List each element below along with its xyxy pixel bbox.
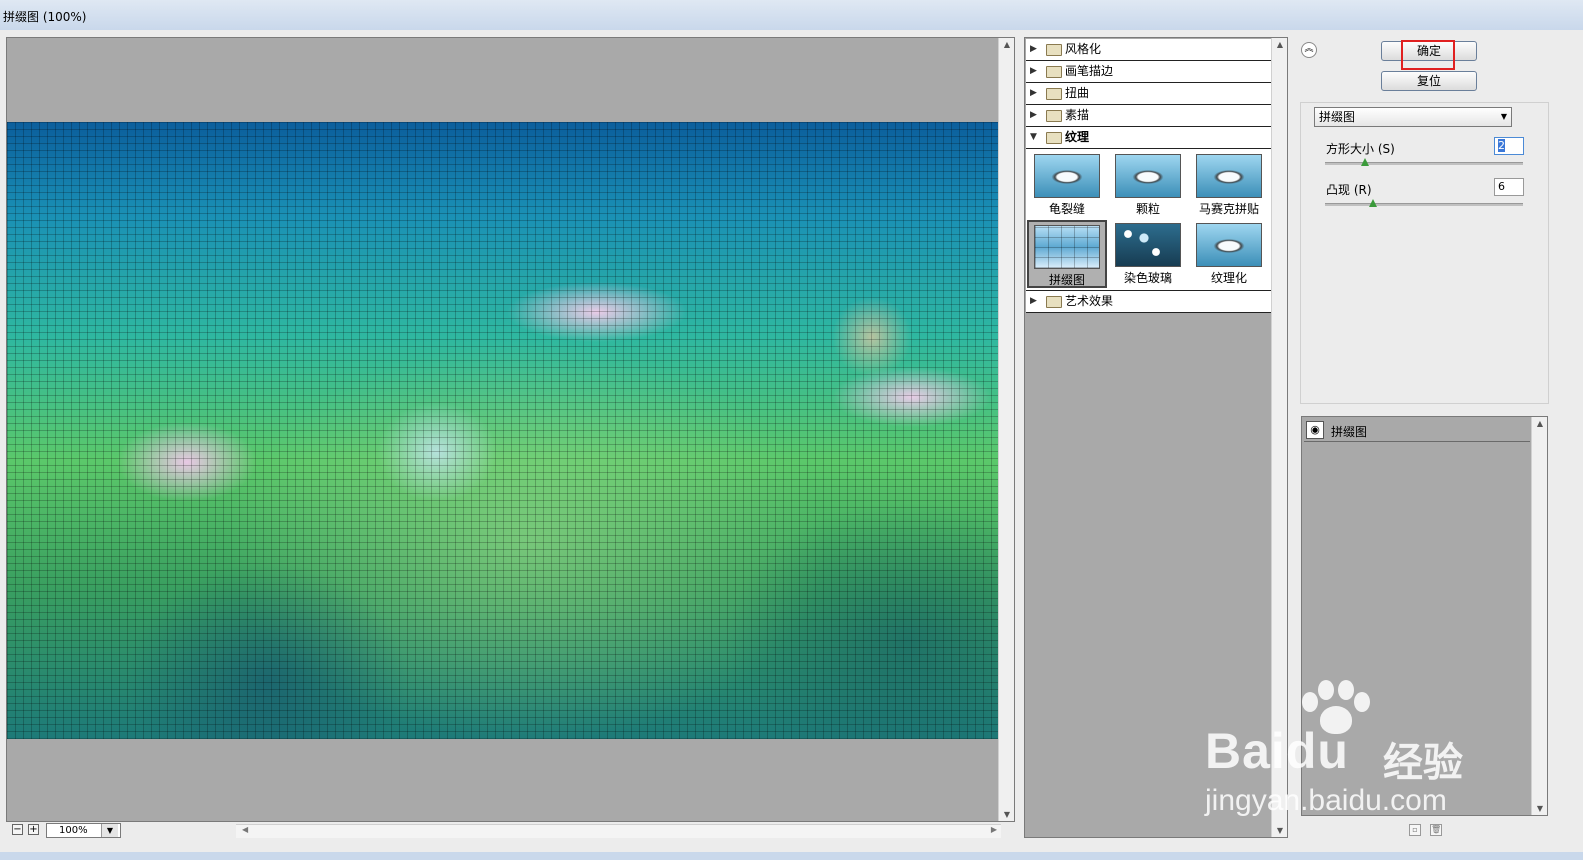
eye-visibility-icon[interactable]: ◉ — [1306, 421, 1324, 439]
filter-category-list: ▶ 风格化 ▶ 画笔描边 ▶ 扭曲 ▶ 素描 ▼ 纹理 龟裂缝 颗粒 马赛克拼贴… — [1026, 39, 1271, 313]
effect-layer-name: 拼缀图 — [1331, 425, 1368, 439]
folder-icon — [1046, 296, 1062, 308]
thumbnail-label: 拼缀图 — [1048, 273, 1085, 287]
filter-thumb-craquelure[interactable]: 龟裂缝 — [1027, 151, 1107, 219]
preview-horizontal-scrollbar[interactable]: ◀ ▶ — [236, 824, 1001, 838]
thumbnail-image — [1115, 154, 1181, 198]
baidu-watermark: Baidu 经验 jingyan.baidu.com — [1205, 680, 1505, 820]
thumbnail-image — [1115, 223, 1181, 267]
category-brush-strokes[interactable]: ▶ 画笔描边 — [1026, 61, 1271, 83]
thumbnail-image — [1034, 154, 1100, 198]
window-bottom-border — [0, 852, 1583, 860]
window-title: 拼缀图 (100%) — [3, 10, 87, 24]
category-texture[interactable]: ▼ 纹理 — [1026, 127, 1271, 149]
filter-select[interactable]: 拼缀图 ▼ — [1314, 107, 1512, 127]
square-size-input[interactable]: 2 — [1494, 137, 1524, 155]
reset-button[interactable]: 复位 — [1381, 71, 1477, 91]
layers-scrollbar[interactable]: ▲ ▼ — [1531, 417, 1547, 815]
filter-thumb-grain[interactable]: 颗粒 — [1108, 151, 1188, 219]
ok-button[interactable]: 确定 — [1381, 41, 1477, 61]
filter-thumb-patchwork[interactable]: 拼缀图 — [1027, 220, 1107, 288]
category-sketch[interactable]: ▶ 素描 — [1026, 105, 1271, 127]
zoom-in-button[interactable]: + — [28, 824, 39, 835]
preview-image — [7, 122, 999, 739]
scroll-up-icon[interactable]: ▲ — [999, 40, 1015, 49]
filter-thumb-texturizer[interactable]: 纹理化 — [1189, 220, 1269, 288]
chevron-down-icon: ▼ — [1500, 112, 1507, 121]
category-label: 纹理 — [1065, 130, 1090, 144]
thumbnail-image — [1196, 154, 1262, 198]
watermark-brand-cn: 经验 — [1383, 740, 1463, 786]
zoom-level-value: 100% — [59, 825, 88, 836]
delete-effect-layer-icon[interactable]: 🗑 — [1430, 824, 1442, 836]
relief-slider-thumb[interactable] — [1368, 199, 1377, 207]
preview-canvas[interactable]: ▲ ▼ — [6, 37, 1015, 822]
square-size-label: 方形大小 (S) — [1326, 142, 1395, 156]
thumbnail-label: 染色玻璃 — [1123, 271, 1172, 285]
relief-slider[interactable] — [1325, 203, 1523, 206]
category-label: 画笔描边 — [1065, 64, 1114, 78]
expand-triangle-icon[interactable]: ▶ — [1030, 291, 1037, 312]
filter-thumb-stained-glass[interactable]: 染色玻璃 — [1108, 220, 1188, 288]
folder-icon — [1046, 66, 1062, 78]
watermark-brand: Baidu — [1205, 723, 1349, 779]
open-folder-icon — [1046, 132, 1062, 144]
scroll-down-icon[interactable]: ▼ — [999, 810, 1015, 819]
texture-filter-thumbnails: 龟裂缝 颗粒 马赛克拼贴 拼缀图 染色玻璃 纹理化 — [1026, 149, 1271, 291]
category-distort[interactable]: ▶ 扭曲 — [1026, 83, 1271, 105]
watermark-url: jingyan.baidu.com — [1205, 784, 1447, 817]
zoom-bar: − + 100% ▼ ◀ ▶ — [6, 822, 1015, 840]
category-label: 艺术效果 — [1065, 294, 1114, 308]
folder-icon — [1046, 110, 1062, 122]
category-label: 素描 — [1065, 108, 1090, 122]
preview-vertical-scrollbar[interactable]: ▲ ▼ — [998, 38, 1014, 821]
thumbnail-image — [1196, 223, 1262, 267]
scroll-down-icon[interactable]: ▼ — [1532, 804, 1548, 813]
filter-thumb-mosaic-tiles[interactable]: 马赛克拼贴 — [1189, 151, 1269, 219]
expand-triangle-icon[interactable]: ▶ — [1030, 61, 1037, 82]
expand-triangle-icon[interactable]: ▶ — [1030, 83, 1037, 104]
relief-label: 凸现 (R) — [1326, 183, 1372, 197]
scroll-up-icon[interactable]: ▲ — [1532, 419, 1548, 428]
title-bar: 拼缀图 (100%) — [0, 0, 1583, 31]
square-size-slider-thumb[interactable] — [1360, 158, 1369, 166]
expand-triangle-icon[interactable]: ▶ — [1030, 105, 1037, 126]
zoom-dropdown-icon[interactable]: ▼ — [101, 824, 118, 837]
folder-icon — [1046, 88, 1062, 100]
folder-icon — [1046, 44, 1062, 56]
expand-triangle-icon[interactable]: ▶ — [1030, 39, 1037, 60]
thumbnail-label: 龟裂缝 — [1048, 202, 1085, 216]
scroll-left-icon[interactable]: ◀ — [242, 825, 248, 834]
scroll-up-icon[interactable]: ▲ — [1272, 40, 1288, 49]
thumbnail-label: 纹理化 — [1210, 271, 1247, 285]
category-artistic[interactable]: ▶ 艺术效果 — [1026, 291, 1271, 313]
category-label: 扭曲 — [1065, 86, 1090, 100]
square-size-value: 2 — [1498, 139, 1505, 152]
square-size-slider[interactable] — [1325, 162, 1523, 165]
relief-input[interactable]: 6 — [1494, 178, 1524, 196]
relief-value: 6 — [1498, 180, 1505, 193]
category-label: 风格化 — [1065, 42, 1102, 56]
scroll-right-icon[interactable]: ▶ — [991, 825, 997, 834]
collapse-gallery-icon[interactable]: ︽ — [1301, 42, 1317, 58]
thumbnail-label: 颗粒 — [1135, 202, 1160, 216]
collapse-triangle-icon[interactable]: ▼ — [1030, 127, 1037, 148]
thumbnail-label: 马赛克拼贴 — [1198, 202, 1259, 216]
new-effect-layer-icon[interactable]: ▫ — [1409, 824, 1421, 836]
thumbnail-image — [1034, 225, 1100, 269]
effect-layer-row[interactable]: ◉ 拼缀图 — [1304, 419, 1530, 442]
scroll-down-icon[interactable]: ▼ — [1272, 826, 1288, 835]
zoom-out-button[interactable]: − — [12, 824, 23, 835]
filter-select-value: 拼缀图 — [1319, 110, 1356, 124]
category-stylize[interactable]: ▶ 风格化 — [1026, 39, 1271, 61]
